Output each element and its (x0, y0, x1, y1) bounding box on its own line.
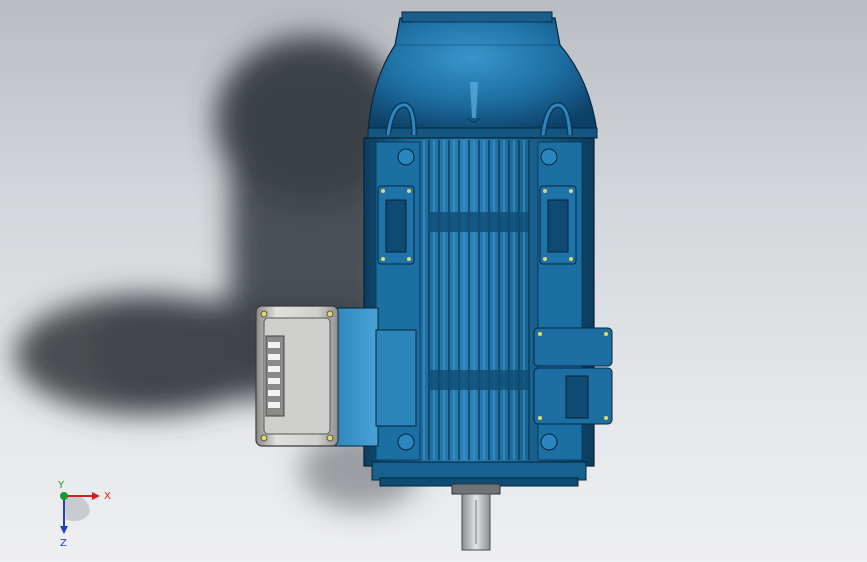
z-axis-arrow-icon (60, 526, 68, 534)
triad-plane (64, 495, 90, 521)
graphics-viewport[interactable]: X Y Z (0, 0, 867, 562)
nameplate-left (377, 185, 415, 265)
x-axis-arrow-icon (92, 492, 100, 500)
y-axis-dot-icon (60, 492, 68, 500)
motor-shaft (461, 493, 491, 551)
x-axis-label: X (104, 491, 111, 502)
coordinate-triad: X Y Z (57, 480, 111, 549)
motor-model[interactable] (0, 0, 867, 562)
z-axis-label: Z (60, 538, 67, 549)
auxiliary-terminal-box (533, 327, 613, 425)
y-axis-label: Y (57, 480, 65, 491)
fan-cover (367, 11, 598, 139)
nameplate-right (539, 185, 577, 265)
